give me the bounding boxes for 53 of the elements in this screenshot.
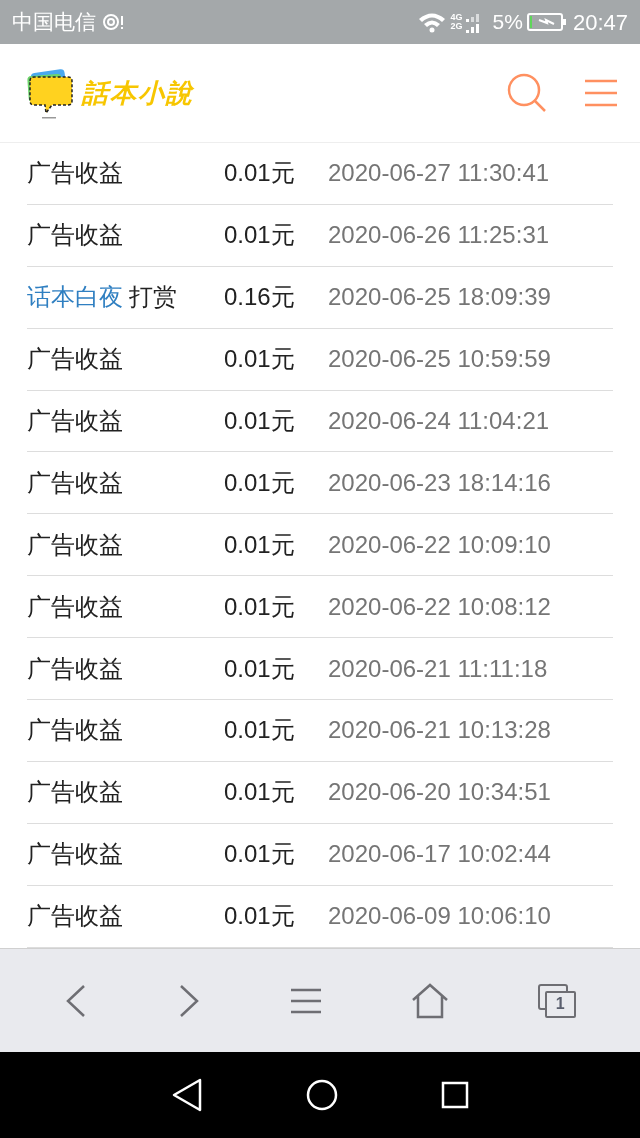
record-time: 2020-06-17 10:02:44 (328, 839, 551, 870)
record-amount: 0.01元 (224, 220, 296, 251)
record-amount: 0.01元 (224, 777, 296, 808)
record-time: 2020-06-23 18:14:16 (328, 467, 551, 498)
record-type: 广告收益 (27, 777, 123, 808)
record-type: 广告收益 (27, 715, 123, 746)
battery-percent: 5% (492, 9, 523, 36)
user-link[interactable]: 话本白夜 (27, 279, 123, 316)
logo-text: 話本小說 (82, 76, 194, 110)
record-time: 2020-06-20 10:34:51 (328, 777, 551, 808)
record-amount: 0.16元 (224, 282, 296, 313)
record-amount: 0.01元 (224, 591, 296, 622)
record-time: 2020-06-21 11:11:18 (328, 653, 548, 684)
record-amount: 0.01元 (224, 901, 296, 932)
record-type: 广告收益 (27, 344, 123, 375)
record-type: 广告收益 (27, 591, 123, 622)
record-type: 广告收益 (27, 406, 123, 436)
record-time: 2020-06-25 18:09:39 (328, 282, 551, 313)
record-type: 广告收益 (27, 839, 123, 870)
record-amount: 0.01元 (224, 406, 296, 436)
record-time: 2020-06-26 11:25:31 (328, 220, 550, 251)
record-time: 2020-06-09 10:06:10 (328, 901, 551, 932)
record-type: 广告收益 (27, 653, 123, 684)
record-type: 广告收益 (27, 901, 123, 932)
record-time: 2020-06-27 11:30:41 (328, 158, 550, 189)
menu-icon[interactable] (584, 78, 618, 108)
record-type: 广告收益 (27, 220, 123, 251)
record-time: 2020-06-25 10:59:59 (328, 344, 551, 375)
record-type: 打赏 (129, 282, 177, 313)
record-time: 2020-06-22 10:08:12 (328, 591, 551, 622)
record-amount: 0.01元 (224, 467, 296, 498)
record-time: 2020-06-21 10:13:28 (328, 715, 551, 746)
recents-icon[interactable] (440, 1081, 469, 1109)
search-icon[interactable] (506, 72, 548, 114)
battery-charging-icon (526, 12, 567, 32)
record-amount: 0.01元 (224, 529, 296, 560)
record-type: 广告收益 (27, 467, 123, 498)
record-amount: 0.01元 (224, 344, 296, 375)
carrier-name: 中国电信 (12, 9, 96, 36)
record-amount: 0.01元 (224, 653, 296, 684)
clock: 20:47 (572, 8, 628, 37)
network-label: 4G (450, 13, 463, 22)
record-time: 2020-06-22 10:09:10 (328, 529, 551, 560)
record-amount: 0.01元 (224, 158, 296, 189)
record-amount: 0.01元 (224, 839, 296, 870)
record-type: 广告收益 (27, 529, 123, 560)
hotspot-icon (102, 12, 124, 32)
record-amount: 0.01元 (224, 715, 296, 746)
back-icon[interactable] (171, 1078, 204, 1112)
menu-icon[interactable] (290, 986, 322, 1015)
record-time: 2020-06-24 11:04:21 (328, 406, 550, 436)
network-label: 2G (450, 22, 463, 31)
record-type: 广告收益 (27, 158, 123, 189)
